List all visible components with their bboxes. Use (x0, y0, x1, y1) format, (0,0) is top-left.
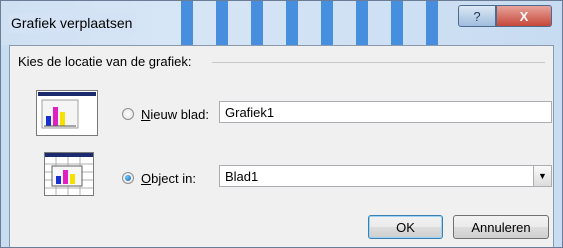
object-in-chart-icon (44, 152, 94, 196)
title-bar-decoration (356, 1, 368, 45)
object-in-label: Object in: (141, 171, 196, 186)
title-bar-decoration (251, 1, 263, 45)
title-bar-decoration (216, 1, 228, 45)
cancel-button[interactable]: Annuleren (453, 215, 549, 239)
title-bar-decoration (391, 1, 403, 45)
new-sheet-chart-icon (36, 90, 98, 136)
close-icon: X (519, 8, 529, 24)
chevron-down-icon: ▼ (538, 171, 547, 181)
title-bar: Grafiek verplaatsen ? X (1, 1, 562, 45)
help-button[interactable]: ? (458, 5, 496, 27)
new-sheet-name-value: Grafiek1 (225, 105, 275, 120)
move-chart-dialog: Grafiek verplaatsen ? X Kies de locatie … (0, 0, 563, 248)
close-button[interactable]: X (496, 5, 552, 27)
group-divider (212, 62, 545, 63)
new-sheet-radio[interactable] (122, 108, 134, 120)
dialog-title: Grafiek verplaatsen (9, 13, 137, 33)
title-bar-decoration (426, 1, 438, 45)
object-in-sheet-value: Blad1 (225, 169, 259, 184)
help-icon: ? (473, 8, 481, 24)
title-bar-decoration (286, 1, 298, 45)
dialog-body: Kies de locatie van de grafiek: Nieuw bl… (9, 45, 554, 247)
object-in-sheet-dropdown[interactable]: Blad1 ▼ (219, 165, 552, 187)
new-sheet-name-input[interactable]: Grafiek1 (219, 101, 552, 123)
title-bar-decoration (181, 1, 193, 45)
object-in-radio[interactable] (122, 172, 134, 184)
dropdown-button[interactable]: ▼ (533, 166, 551, 186)
location-group-label: Kies de locatie van de grafiek: (18, 54, 192, 69)
title-bar-decoration (321, 1, 333, 45)
ok-button[interactable]: OK (368, 215, 443, 239)
new-sheet-label: Nieuw blad: (141, 107, 209, 122)
